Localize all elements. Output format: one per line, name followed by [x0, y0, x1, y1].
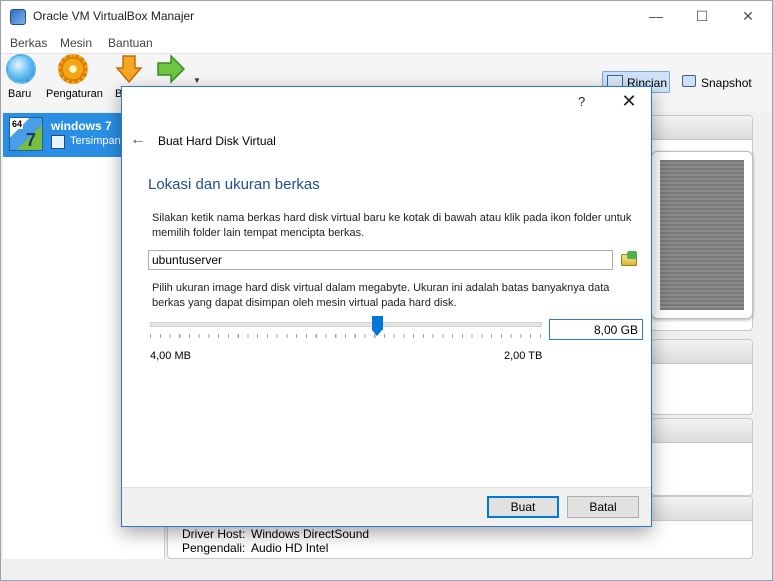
virtualbox-logo-icon [10, 9, 26, 25]
maximize-button[interactable]: ☐ [679, 1, 725, 32]
vm-preview-frame [651, 151, 753, 319]
gear-icon [58, 54, 88, 84]
choose-folder-button[interactable] [619, 250, 641, 270]
minimize-button[interactable]: — [633, 1, 679, 32]
max-size-label: 2,00 TB [504, 350, 543, 362]
storage-panel [651, 339, 753, 415]
file-name-input[interactable] [148, 250, 613, 270]
folder-arrow-icon [627, 251, 637, 259]
start-dropdown-caret-icon[interactable]: ▼ [193, 76, 201, 85]
network-panel [651, 418, 753, 496]
storage-panel-header[interactable] [652, 340, 752, 364]
network-panel-header[interactable] [652, 419, 752, 443]
snapshot-button[interactable]: Snapshot [680, 71, 760, 93]
settings-label: Pengaturan [46, 88, 103, 100]
os-version-number: 7 [26, 130, 37, 150]
back-arrow-icon[interactable]: ← [130, 131, 146, 149]
windows-7-os-icon: 64 7 [9, 117, 43, 151]
section-heading: Lokasi dan ukuran berkas [148, 176, 320, 193]
size-slider-ticks [150, 334, 542, 338]
menu-berkas[interactable]: Berkas [10, 36, 47, 50]
size-input[interactable] [549, 319, 643, 340]
min-size-label: 4,00 MB [150, 350, 191, 362]
wizard-title: Buat Hard Disk Virtual [158, 134, 276, 148]
dialog-close-button[interactable]: ✕ [618, 90, 640, 112]
menu-mesin[interactable]: Mesin [60, 36, 92, 50]
cancel-button[interactable]: Batal [567, 496, 639, 518]
size-slider-thumb[interactable] [371, 316, 383, 336]
vm-name: windows 7 [51, 119, 112, 133]
create-virtual-hard-disk-dialog: ? ✕ ← Buat Hard Disk Virtual Lokasi dan … [121, 86, 652, 527]
window-title: Oracle VM VirtualBox Manajer [33, 9, 195, 23]
vm-preview-screen [660, 160, 744, 310]
help-button[interactable]: ? [578, 94, 585, 109]
snapshot-label: Snapshot [701, 76, 752, 90]
title-bar: Oracle VM VirtualBox Manajer — ☐ ✕ [1, 1, 772, 32]
slider-thumb-tip [371, 330, 382, 336]
saved-state-icon [51, 135, 65, 149]
os-64bit-badge: 64 [11, 119, 24, 129]
create-button[interactable]: Buat [487, 496, 559, 518]
size-description: Pilih ukuran image hard disk virtual dal… [152, 282, 610, 309]
dialog-title-bar: ? ✕ [122, 87, 651, 117]
menu-bantuan[interactable]: Bantuan [108, 36, 153, 50]
new-vm-label: Baru [8, 88, 32, 100]
close-window-button[interactable]: ✕ [725, 1, 771, 32]
vm-state: Tersimpan [70, 135, 121, 147]
start-arrow-right-icon [157, 54, 186, 84]
audio-driver-value: Windows DirectSound [251, 527, 370, 541]
discard-arrow-down-icon [115, 55, 143, 84]
status-bar [1, 560, 772, 580]
audio-controller-key: Pengendali: [182, 541, 246, 555]
new-vm-icon [6, 54, 36, 84]
file-location-description: Silakan ketik nama berkas hard disk virt… [152, 212, 632, 239]
size-slider-track[interactable] [150, 322, 542, 327]
audio-controller-value: Audio HD Intel [251, 541, 329, 555]
menu-bar: Berkas Mesin Bantuan [1, 32, 772, 54]
dialog-footer: Buat Batal [122, 487, 651, 526]
camera-icon [682, 75, 696, 87]
slider-thumb-body [371, 316, 383, 330]
audio-driver-key: Driver Host: [182, 527, 246, 541]
